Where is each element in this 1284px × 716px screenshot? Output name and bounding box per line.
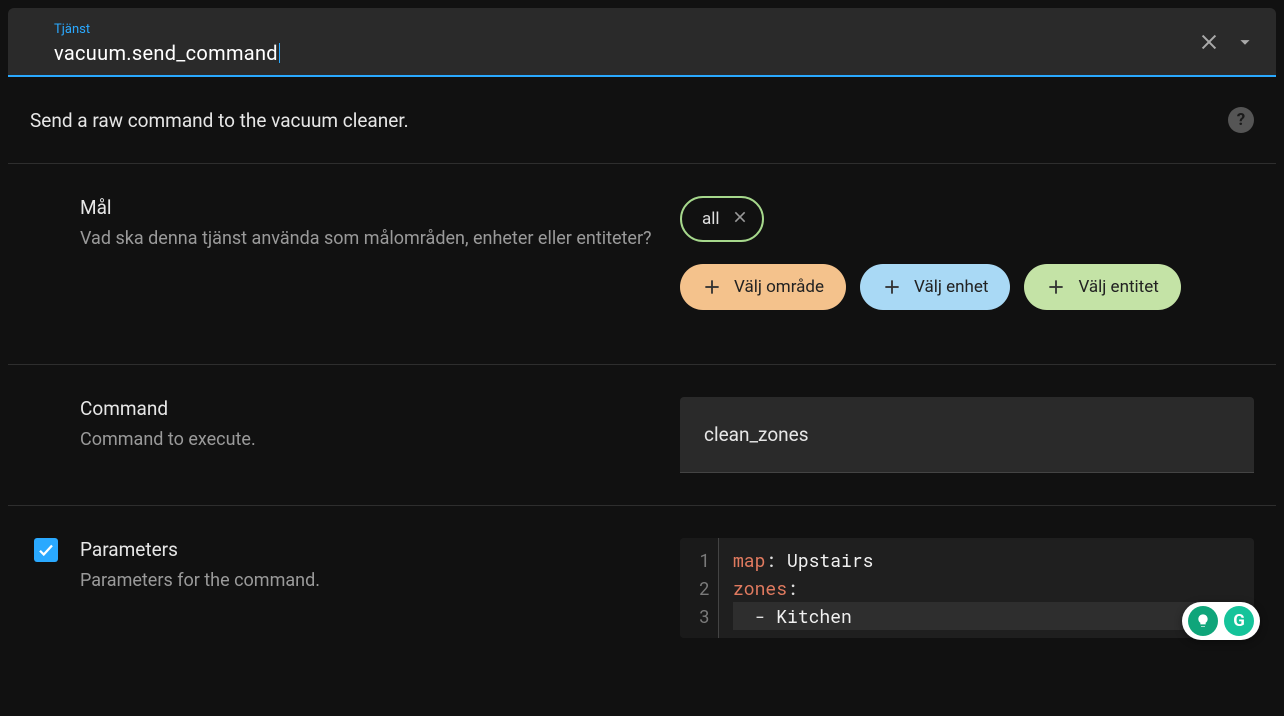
pick-area-label: Välj område xyxy=(734,277,824,297)
pick-area-button[interactable]: Välj område xyxy=(680,264,846,310)
command-description: Command to execute. xyxy=(80,426,660,454)
help-icon[interactable]: ? xyxy=(1228,107,1254,133)
service-description-row: Send a raw command to the vacuum cleaner… xyxy=(8,77,1276,164)
plus-icon xyxy=(882,277,902,297)
remove-target-icon[interactable] xyxy=(732,209,748,230)
code-body[interactable]: map: Upstairs zones: - Kitchen xyxy=(719,538,1254,638)
grammarly-g-icon: G xyxy=(1224,606,1254,636)
command-title: Command xyxy=(80,397,660,420)
bulb-icon xyxy=(1188,606,1218,636)
command-section: Command Command to execute. clean_zones xyxy=(8,365,1276,506)
parameters-checkbox[interactable] xyxy=(34,538,58,562)
command-input[interactable]: clean_zones xyxy=(680,397,1254,473)
plus-icon xyxy=(1046,277,1066,297)
grammarly-widget[interactable]: G xyxy=(1182,602,1260,640)
code-line: map: Upstairs xyxy=(733,546,1240,574)
plus-icon xyxy=(702,277,722,297)
targets-title: Mål xyxy=(80,196,660,219)
chevron-down-icon[interactable] xyxy=(1234,31,1256,57)
parameters-section: Parameters Parameters for the command. 1… xyxy=(8,506,1276,670)
pick-device-label: Välj enhet xyxy=(914,277,988,297)
selected-target-label: all xyxy=(702,209,720,229)
service-selector[interactable]: Tjänst vacuum.send_command xyxy=(8,8,1276,77)
service-description: Send a raw command to the vacuum cleaner… xyxy=(30,109,1228,132)
targets-section: Mål Vad ska denna tjänst använda som mål… xyxy=(8,164,1276,365)
clear-service-icon[interactable] xyxy=(1198,31,1220,57)
code-gutter: 1 2 3 xyxy=(680,538,719,638)
parameters-code-editor[interactable]: 1 2 3 map: Upstairs zones: - Kitchen xyxy=(680,538,1254,638)
code-line: - Kitchen xyxy=(733,602,1240,630)
pick-device-button[interactable]: Välj enhet xyxy=(860,264,1010,310)
code-line: zones: xyxy=(733,574,1240,602)
targets-description: Vad ska denna tjänst använda som målområ… xyxy=(80,225,660,253)
service-field-label: Tjänst xyxy=(54,22,1198,37)
selected-target-chip[interactable]: all xyxy=(680,196,764,242)
pick-entity-label: Välj entitet xyxy=(1078,277,1158,297)
parameters-description: Parameters for the command. xyxy=(80,567,660,595)
pick-entity-button[interactable]: Välj entitet xyxy=(1024,264,1180,310)
service-field-value: vacuum.send_command xyxy=(54,41,1198,65)
parameters-title: Parameters xyxy=(80,538,660,561)
